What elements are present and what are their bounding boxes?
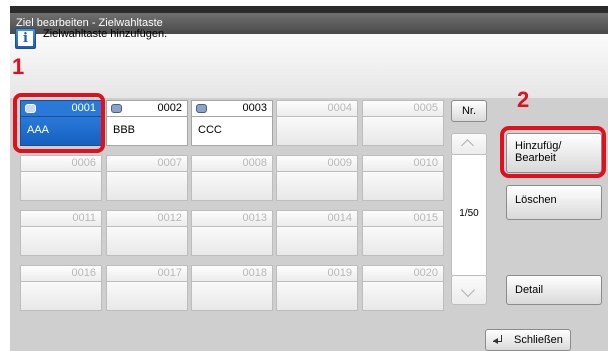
- speed-dial-number: 0008: [242, 157, 267, 169]
- speed-dial-number: 0014: [327, 212, 352, 224]
- speed-dial-key-body: [106, 282, 188, 311]
- speed-dial-key-header: 0018: [191, 265, 273, 282]
- speed-dial-number: 0005: [413, 102, 438, 114]
- speed-dial-key-body: CCC: [191, 117, 273, 146]
- speed-dial-key[interactable]: 0015: [362, 210, 444, 256]
- speed-dial-number: 0015: [413, 212, 438, 224]
- speed-dial-key[interactable]: 0006: [20, 155, 102, 201]
- speed-dial-key-body: [276, 172, 358, 201]
- speed-dial-number: 0004: [327, 102, 352, 114]
- speed-dial-key-body: [191, 282, 273, 311]
- speed-dial-key-body: [362, 172, 444, 201]
- number-sort-button[interactable]: Nr.: [451, 100, 487, 122]
- speed-dial-key[interactable]: 0003 CCC: [191, 100, 273, 146]
- callout-step-1: 1: [12, 54, 25, 79]
- address-book-icon: [196, 104, 207, 113]
- speed-dial-number: 0013: [242, 212, 267, 224]
- speed-dial-key-body: [362, 117, 444, 146]
- selection-highlight: [13, 93, 105, 153]
- speed-dial-number: 0010: [413, 157, 438, 169]
- speed-dial-key-body: [106, 227, 188, 256]
- speed-dial-key-body: [276, 282, 358, 311]
- speed-dial-key[interactable]: 0017: [106, 265, 188, 311]
- speed-dial-key[interactable]: 0013: [191, 210, 273, 256]
- speed-dial-key-body: [362, 282, 444, 311]
- speed-dial-key-header: 0011: [20, 210, 102, 227]
- speed-dial-key-header: 0016: [20, 265, 102, 282]
- speed-dial-key-body: [191, 172, 273, 201]
- speed-dial-key-body: [276, 227, 358, 256]
- detail-button[interactable]: Detail: [506, 275, 602, 305]
- speed-dial-name: CCC: [198, 124, 222, 136]
- speed-dial-key-header: 0020: [362, 265, 444, 282]
- address-book-icon: [111, 104, 122, 113]
- speed-dial-key[interactable]: 0011: [20, 210, 102, 256]
- speed-dial-key-header: 0005: [362, 100, 444, 117]
- speed-dial-key[interactable]: 0014: [276, 210, 358, 256]
- speed-dial-number: 0017: [157, 267, 182, 279]
- speed-dial-key-header: 0003: [191, 100, 273, 117]
- speed-dial-key[interactable]: 0019: [276, 265, 358, 311]
- speed-dial-number: 0006: [71, 157, 96, 169]
- speed-dial-key-header: 0008: [191, 155, 273, 172]
- speed-dial-key[interactable]: 0002 BBB: [106, 100, 188, 146]
- speed-dial-key[interactable]: 0007: [106, 155, 188, 201]
- speed-dial-key[interactable]: 0010: [362, 155, 444, 201]
- speed-dial-key-body: [276, 117, 358, 146]
- scroll-down-button[interactable]: [451, 275, 487, 305]
- speed-dial-number: 0012: [157, 212, 182, 224]
- speed-dial-key-header: 0004: [276, 100, 358, 117]
- speed-dial-key[interactable]: 0004: [276, 100, 358, 146]
- screen: Ziel bearbeiten - Zielwahltaste i Zielwa…: [0, 0, 608, 351]
- speed-dial-number: 0016: [71, 267, 96, 279]
- speed-dial-key-body: [20, 227, 102, 256]
- speed-dial-key-header: 0002: [106, 100, 188, 117]
- speed-dial-key-body: [106, 172, 188, 201]
- speed-dial-key-header: 0006: [20, 155, 102, 172]
- speed-dial-key[interactable]: 0012: [106, 210, 188, 256]
- delete-button[interactable]: Löschen: [506, 185, 602, 220]
- enter-arrow-icon: [493, 338, 498, 344]
- speed-dial-key-body: [362, 227, 444, 256]
- speed-dial-key[interactable]: 0020: [362, 265, 444, 311]
- speed-dial-key[interactable]: 0008: [191, 155, 273, 201]
- message-text: Zielwahltaste hinzufügen.: [43, 28, 168, 40]
- speed-dial-key-header: 0015: [362, 210, 444, 227]
- speed-dial-key-header: 0013: [191, 210, 273, 227]
- speed-dial-key-body: [20, 172, 102, 201]
- speed-dial-key-body: BBB: [106, 117, 188, 146]
- speed-dial-key[interactable]: 0005: [362, 100, 444, 146]
- speed-dial-number: 0007: [157, 157, 182, 169]
- speed-dial-number: 0020: [413, 267, 438, 279]
- add-edit-highlight: [500, 126, 606, 178]
- panel-top-border: [10, 6, 608, 13]
- speed-dial-number: 0018: [242, 267, 267, 279]
- speed-dial-number: 0003: [242, 102, 267, 114]
- info-icon: i: [15, 28, 36, 49]
- speed-dial-number: 0011: [72, 212, 96, 224]
- scroll-up-button[interactable]: [451, 133, 487, 155]
- speed-dial-key[interactable]: 0009: [276, 155, 358, 201]
- speed-dial-key-header: 0017: [106, 265, 188, 282]
- speed-dial-key[interactable]: 0016: [20, 265, 102, 311]
- speed-dial-key-header: 0009: [276, 155, 358, 172]
- close-button[interactable]: Schließen: [485, 329, 571, 351]
- speed-dial-number: 0019: [327, 267, 352, 279]
- speed-dial-key-header: 0019: [276, 265, 358, 282]
- speed-dial-name: BBB: [113, 124, 136, 136]
- speed-dial-number: 0002: [157, 102, 182, 114]
- speed-dial-key[interactable]: 0018: [191, 265, 273, 311]
- callout-step-2: 2: [517, 87, 530, 112]
- speed-dial-key-header: 0007: [106, 155, 188, 172]
- speed-dial-key-body: [20, 282, 102, 311]
- speed-dial-key-header: 0012: [106, 210, 188, 227]
- speed-dial-key-body: [191, 227, 273, 256]
- speed-dial-number: 0009: [327, 157, 352, 169]
- page-indicator: 1/50: [459, 208, 479, 219]
- speed-dial-key-header: 0014: [276, 210, 358, 227]
- close-button-label: Schließen: [514, 334, 563, 346]
- speed-dial-key-header: 0010: [362, 155, 444, 172]
